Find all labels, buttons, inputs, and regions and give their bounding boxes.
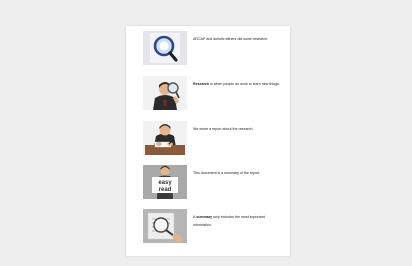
keyword: summary xyxy=(196,215,213,219)
keyword: Research xyxy=(193,82,210,86)
item-text: We wrote a report about the research. xyxy=(193,127,254,131)
svg-text:easy: easy xyxy=(158,180,172,186)
item-text: A summary only includes the most importa… xyxy=(193,215,265,227)
person-writing-at-desk-icon xyxy=(143,121,187,155)
item-text: This document is a summary of the report… xyxy=(193,171,261,175)
list-item: We wrote a report about the research. xyxy=(143,121,285,155)
svg-text:read: read xyxy=(159,187,172,193)
list-item: Research is when people do work to learn… xyxy=(143,76,285,110)
document-viewer: ARCAP and autistic fathers did some rese… xyxy=(0,0,412,266)
item-text: ARCAP and autistic fathers did some rese… xyxy=(193,37,269,41)
document-page: ARCAP and autistic fathers did some rese… xyxy=(126,26,290,256)
item-text: Research is when people do work to learn… xyxy=(193,82,280,86)
easy-read-sign-icon: easy read xyxy=(143,165,187,199)
list-item: easy read This document is a summary of … xyxy=(143,165,285,199)
document-with-magnifier-icon xyxy=(143,209,187,243)
magnifying-glass-logo-icon xyxy=(143,31,187,65)
list-item: ARCAP and autistic fathers did some rese… xyxy=(143,31,285,65)
list-item: A summary only includes the most importa… xyxy=(143,209,285,243)
person-with-magnifier-icon xyxy=(143,76,187,110)
